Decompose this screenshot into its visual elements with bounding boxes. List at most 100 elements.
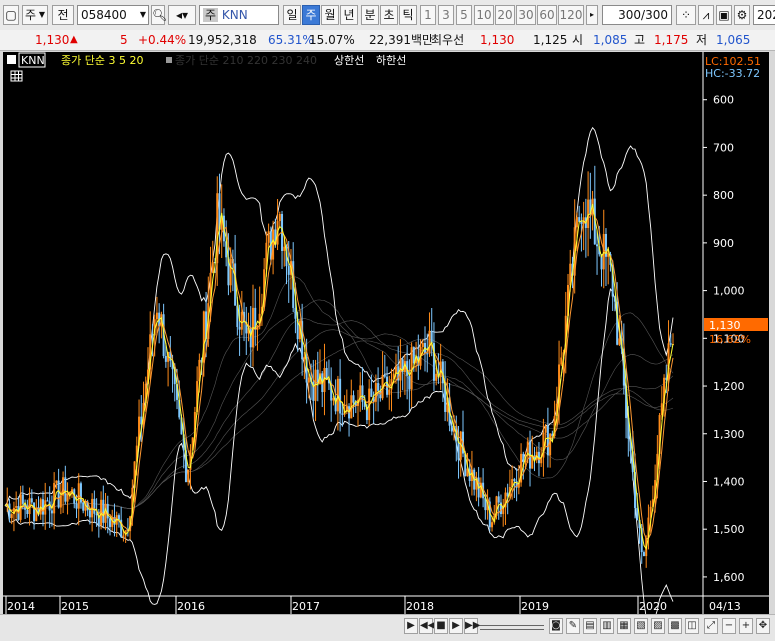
- period-minute[interactable]: 분: [361, 5, 379, 25]
- candle-body: [10, 514, 13, 519]
- market-select[interactable]: 주 ▼: [22, 5, 48, 25]
- num-tab-120[interactable]: 120: [558, 5, 584, 25]
- y-tick-label: 1,400: [713, 475, 745, 488]
- chart-icon-6[interactable]: ▩: [668, 618, 682, 634]
- chart-icon-1[interactable]: ▤: [583, 618, 597, 634]
- count-input[interactable]: 300/300: [602, 5, 672, 25]
- candle-body: [450, 425, 453, 432]
- chart-type-icon[interactable]: ⩘: [698, 5, 714, 25]
- zoom-out-icon[interactable]: −: [722, 618, 736, 634]
- x-tick-label: 2020: [639, 600, 667, 613]
- chart-icon-5[interactable]: ▨: [651, 618, 665, 634]
- prev-button[interactable]: 전: [52, 5, 74, 25]
- scroll-right-icon[interactable]: ▶: [404, 618, 418, 634]
- candle-body: [596, 244, 599, 247]
- chart-icon-7[interactable]: ◫: [685, 618, 699, 634]
- candle-body: [33, 502, 36, 522]
- candle-body: [122, 535, 125, 537]
- zoom-slider[interactable]: [480, 625, 544, 630]
- period-second[interactable]: 초: [380, 5, 398, 25]
- num-tab-60[interactable]: 60: [537, 5, 557, 25]
- candle-body: [339, 378, 342, 414]
- period-day[interactable]: 일: [283, 5, 301, 25]
- period-tick[interactable]: 틱: [399, 5, 417, 25]
- legend-ma-long: 종가 단순 210 220 230 240: [175, 54, 317, 67]
- num-tab-1[interactable]: 1: [420, 5, 436, 25]
- candle-body: [642, 552, 645, 557]
- trade-volume: 19,952,318: [188, 33, 257, 47]
- high-label: 고: [634, 33, 646, 47]
- candle-body: [341, 413, 344, 415]
- grid-settings-icon[interactable]: ⁘: [676, 5, 696, 25]
- candle-body: [307, 377, 310, 383]
- x-tick-label: 2015: [61, 600, 89, 613]
- date-field[interactable]: 202: [753, 5, 775, 25]
- candle-body: [377, 383, 380, 391]
- candle-body: [240, 311, 243, 330]
- y-tick-label: 1,000: [713, 285, 745, 298]
- num-tab-20[interactable]: 20: [495, 5, 515, 25]
- gear-icon[interactable]: ⚙: [734, 5, 750, 25]
- best-quote-label: 최우선: [431, 33, 465, 47]
- window-icon[interactable]: ▢: [3, 5, 19, 25]
- candle-body: [430, 330, 433, 344]
- candle-body: [26, 509, 29, 514]
- camera-icon[interactable]: ◙: [549, 618, 563, 634]
- chevron-down-icon: ▼: [38, 10, 45, 19]
- low-price: 1,065: [716, 33, 751, 47]
- expand-icon[interactable]: ⤢: [704, 618, 718, 634]
- x-tick-label: 04/13: [709, 600, 741, 613]
- rewind-icon[interactable]: ◀◀: [419, 618, 435, 634]
- market-label: 주: [25, 8, 37, 22]
- move-icon[interactable]: ✥: [756, 618, 770, 634]
- price-chart[interactable]: 1,600 1,500 1,400 1,300 1,200 1,100 1,000 900 80…: [3, 52, 769, 628]
- x-tick-label: 2016: [177, 600, 205, 613]
- zoom-in-icon[interactable]: +: [739, 618, 753, 634]
- num-tab-5[interactable]: 5: [456, 5, 472, 25]
- candle-body: [88, 510, 91, 518]
- stock-code-input[interactable]: 058400 ▼: [77, 5, 149, 25]
- candle-body: [155, 312, 158, 320]
- chart-icon-4[interactable]: ▧: [634, 618, 648, 634]
- search-icon[interactable]: 🔍︎: [151, 5, 167, 25]
- num-tab-10[interactable]: 10: [474, 5, 494, 25]
- save-icon[interactable]: ▣: [716, 5, 732, 25]
- candle-body: [370, 388, 373, 397]
- chart-icon-2[interactable]: ▥: [600, 618, 614, 634]
- count-value: 300: [618, 8, 642, 22]
- x-tick-label: 2017: [292, 600, 320, 613]
- table-icon[interactable]: [10, 70, 23, 82]
- top-toolbar: ▢ 주 ▼ 전 058400 ▼ 🔍︎ ◂▾ 주 KNN 일 주 월 년 분 초 틱…: [0, 0, 775, 31]
- fast-forward-icon[interactable]: ▶▶: [464, 618, 480, 634]
- candle-body: [560, 357, 563, 365]
- period-week[interactable]: 주: [302, 5, 320, 25]
- hc-value: HC:-33.72: [705, 67, 760, 80]
- legend-lower: 하한선: [376, 53, 406, 67]
- chart-canvas[interactable]: 1,6001,5001,4001,3001,2001,1001,00090080…: [3, 52, 769, 628]
- drawing-icon[interactable]: ✎: [566, 618, 580, 634]
- candle-body: [106, 504, 109, 519]
- candle-body: [164, 356, 167, 362]
- period-year[interactable]: 년: [340, 5, 358, 25]
- candle-body: [278, 214, 281, 222]
- play-icon[interactable]: ▶: [449, 618, 463, 634]
- stop-icon[interactable]: ■: [434, 618, 448, 634]
- candle-body: [421, 343, 424, 347]
- current-price: 1,130: [35, 33, 70, 47]
- price-change: 5: [120, 33, 128, 47]
- bottom-navigation-bar: ▶ ◀◀ ■ ▶ ▶▶ ◙ ✎ ▤ ▥ ▦ ▧ ▨ ▩ ◫ ⤢ − + ✥: [0, 614, 775, 641]
- y-tick-label: 600: [713, 94, 734, 107]
- legend-ma-short: 종가 단순 3 5 20: [61, 54, 143, 67]
- num-tab-3[interactable]: 3: [438, 5, 454, 25]
- candle-body: [549, 433, 552, 456]
- ma-long-line: [4, 338, 674, 512]
- current-price-tag-label: 1,130: [709, 319, 741, 332]
- chevron-right-icon[interactable]: ▸: [586, 5, 598, 25]
- speaker-icon[interactable]: ◂▾: [168, 5, 196, 25]
- stock-name-field[interactable]: 주 KNN: [199, 5, 279, 25]
- candle-body: [575, 217, 578, 228]
- period-month[interactable]: 월: [321, 5, 339, 25]
- num-tab-30[interactable]: 30: [516, 5, 536, 25]
- candle-body: [238, 327, 241, 330]
- chart-icon-3[interactable]: ▦: [617, 618, 631, 634]
